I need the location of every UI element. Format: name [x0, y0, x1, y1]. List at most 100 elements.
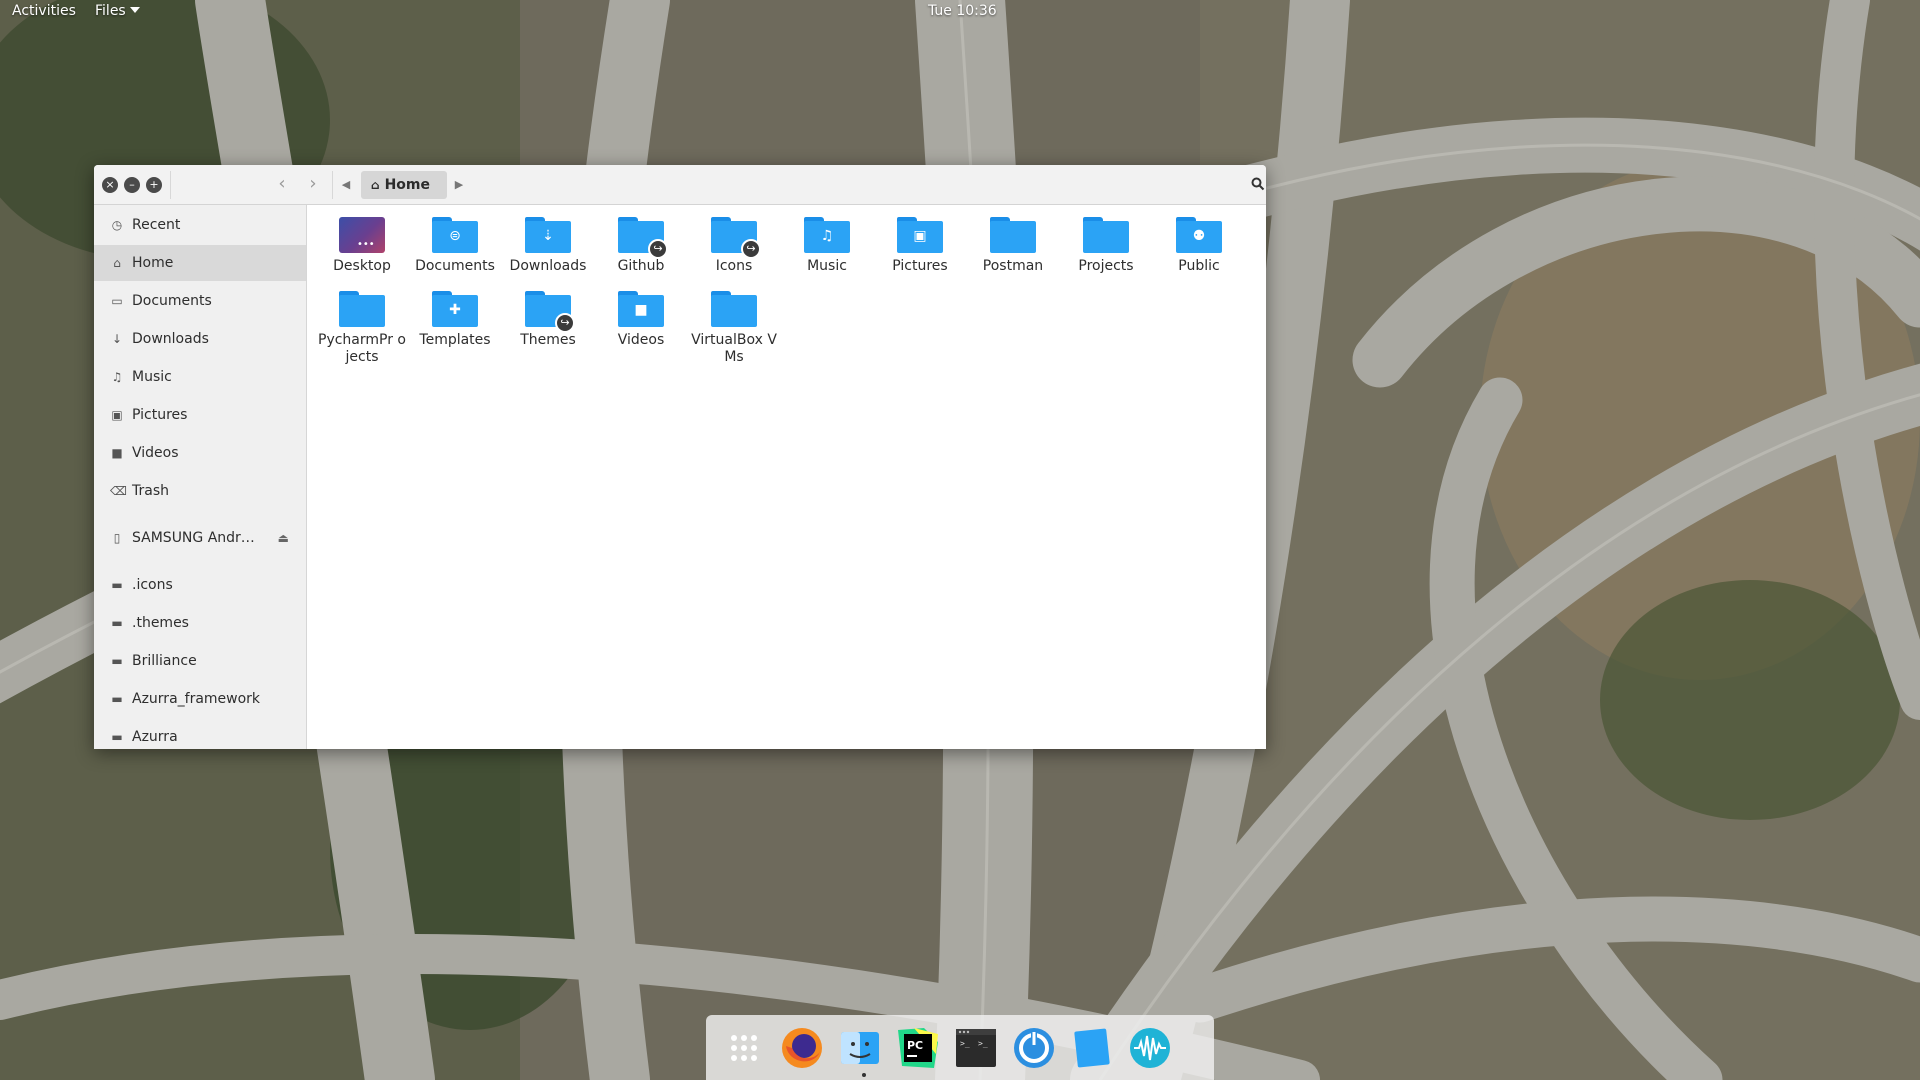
sidebar-item-bookmark[interactable]: ▬ Azurra_framework	[94, 681, 306, 717]
sidebar-item-home[interactable]: ⌂ Home	[94, 245, 306, 281]
app-menu-button[interactable]: Files	[95, 3, 140, 19]
folder-icon: ↪	[711, 217, 761, 259]
chevron-right-icon: ›	[309, 173, 317, 194]
sidebar-item-label: .icons	[132, 577, 173, 593]
close-icon: ×	[105, 178, 115, 191]
search-icon	[1251, 177, 1265, 191]
folder-icon: ♫	[804, 217, 850, 253]
sidebar-item-bookmark[interactable]: ▬ Brilliance	[94, 643, 306, 679]
file-item-documents[interactable]: ⊜ Documents	[410, 205, 500, 275]
folder-icon: ⚉	[1176, 217, 1222, 253]
activities-button[interactable]: Activities	[12, 3, 76, 19]
video-icon: ■	[634, 302, 648, 318]
document-icon: ⊜	[449, 228, 461, 244]
sidebar-item-device[interactable]: ▯ SAMSUNG Andr… ⏏	[94, 520, 306, 556]
svg-text:>_: >_	[978, 1039, 988, 1048]
sidebar-item-bookmark[interactable]: ▬ Azurra	[94, 719, 306, 749]
file-label: Projects	[1078, 258, 1134, 274]
desktop-folder-icon: •••	[339, 217, 385, 253]
file-item-desktop[interactable]: ••• Desktop	[317, 205, 407, 275]
picture-icon: ▣	[111, 408, 123, 422]
folder-icon: ▬	[111, 578, 123, 592]
maximize-icon: +	[149, 178, 159, 191]
firefox-icon[interactable]	[778, 1024, 826, 1072]
svg-text:>_: >_	[960, 1039, 970, 1048]
running-indicator	[862, 1073, 866, 1077]
file-item-icons[interactable]: ↪ Icons	[689, 205, 779, 275]
phone-icon: ▯	[113, 531, 121, 545]
sidebar-item-label: Trash	[132, 483, 169, 499]
search-button[interactable]	[1245, 173, 1266, 197]
eject-icon[interactable]: ⏏	[278, 520, 289, 556]
file-item-templates[interactable]: ✚ Templates	[410, 279, 500, 349]
pycharm-icon[interactable]: PC	[894, 1024, 942, 1072]
terminal-icon[interactable]: >_ >_	[952, 1024, 1000, 1072]
folder-icon: ↪	[618, 217, 668, 259]
picture-icon: ▣	[913, 228, 927, 244]
dock: PC >_ >_	[706, 1015, 1214, 1080]
sidebar-item-label: Downloads	[132, 331, 209, 347]
files-icon[interactable]	[836, 1024, 884, 1072]
file-item-projects[interactable]: Projects	[1061, 205, 1151, 275]
sidebar-item-bookmark[interactable]: ▬ .icons	[94, 567, 306, 603]
sidebar-item-trash[interactable]: ⌫ Trash	[94, 473, 306, 509]
file-label: PycharmPr ojects	[318, 332, 406, 365]
download-icon: ⇣	[542, 228, 554, 244]
minimize-window-button[interactable]: –	[124, 177, 140, 193]
sidebar-item-music[interactable]: ♫ Music	[94, 359, 306, 395]
sidebar-item-label: Pictures	[132, 407, 188, 423]
clock-icon: ◷	[111, 218, 123, 232]
file-item-virtualbox-vms[interactable]: VirtualBox VMs	[689, 279, 779, 366]
file-label: Downloads	[509, 258, 587, 274]
file-item-videos[interactable]: ■ Videos	[596, 279, 686, 349]
file-item-pictures[interactable]: ▣ Pictures	[875, 205, 965, 275]
file-item-music[interactable]: ♫ Music	[782, 205, 872, 275]
folder-icon: ▬	[111, 730, 123, 744]
triangle-left-icon: ◀	[341, 178, 351, 191]
folder-icon: ▬	[111, 692, 123, 706]
document-icon: ▭	[111, 294, 123, 308]
file-item-themes[interactable]: ↪ Themes	[503, 279, 593, 349]
path-current-label: Home	[384, 177, 431, 193]
path-home-button[interactable]: ⌂ Home	[361, 171, 447, 199]
divider	[170, 171, 171, 199]
back-button[interactable]: ‹	[270, 173, 294, 197]
sidebar-item-label: Brilliance	[132, 653, 197, 669]
sidebar-item-documents[interactable]: ▭ Documents	[94, 283, 306, 319]
sidebar-item-label: .themes	[132, 615, 189, 631]
file-label: Github	[617, 258, 665, 274]
top-bar: Activities Files Tue 10:36	[0, 0, 1920, 24]
sidebar-item-videos[interactable]: ■ Videos	[94, 435, 306, 471]
puzzle-icon: ✚	[449, 302, 461, 318]
folder-icon: ■	[618, 291, 664, 327]
power-icon[interactable]	[1010, 1024, 1058, 1072]
path-scroll-left-button[interactable]: ◀	[340, 173, 352, 197]
sidebar-item-label: Home	[132, 255, 174, 271]
sidebar-item-bookmark[interactable]: ▬ .themes	[94, 605, 306, 641]
close-window-button[interactable]: ×	[102, 177, 118, 193]
app-menu-label: Files	[95, 3, 126, 19]
sidebar-item-label: Azurra_framework	[132, 691, 261, 707]
forward-button[interactable]: ›	[301, 173, 325, 197]
file-item-postman[interactable]: Postman	[968, 205, 1058, 275]
sidebar-item-downloads[interactable]: ↓ Downloads	[94, 321, 306, 357]
app-grid-icon[interactable]	[720, 1024, 768, 1072]
folder-icon	[339, 291, 385, 327]
home-icon: ⌂	[113, 256, 121, 270]
file-item-downloads[interactable]: ⇣ Downloads	[503, 205, 593, 275]
blue-square-icon[interactable]	[1068, 1024, 1116, 1072]
maximize-window-button[interactable]: +	[146, 177, 162, 193]
sidebar-item-pictures[interactable]: ▣ Pictures	[94, 397, 306, 433]
folder-icon: ▬	[111, 616, 123, 630]
path-scroll-right-button[interactable]: ▶	[453, 173, 465, 197]
audio-wave-icon[interactable]	[1126, 1024, 1174, 1072]
file-item-github[interactable]: ↪ Github	[596, 205, 686, 275]
sidebar-item-recent[interactable]: ◷ Recent	[94, 207, 306, 243]
file-label: Postman	[982, 258, 1044, 274]
clock[interactable]: Tue 10:36	[928, 3, 997, 19]
file-item-public[interactable]: ⚉ Public	[1154, 205, 1244, 275]
folder-icon	[990, 217, 1036, 253]
svg-text:PC: PC	[907, 1039, 923, 1052]
file-item-pycharmprojects[interactable]: PycharmPr ojects	[317, 279, 407, 366]
trash-icon: ⌫	[110, 484, 127, 498]
